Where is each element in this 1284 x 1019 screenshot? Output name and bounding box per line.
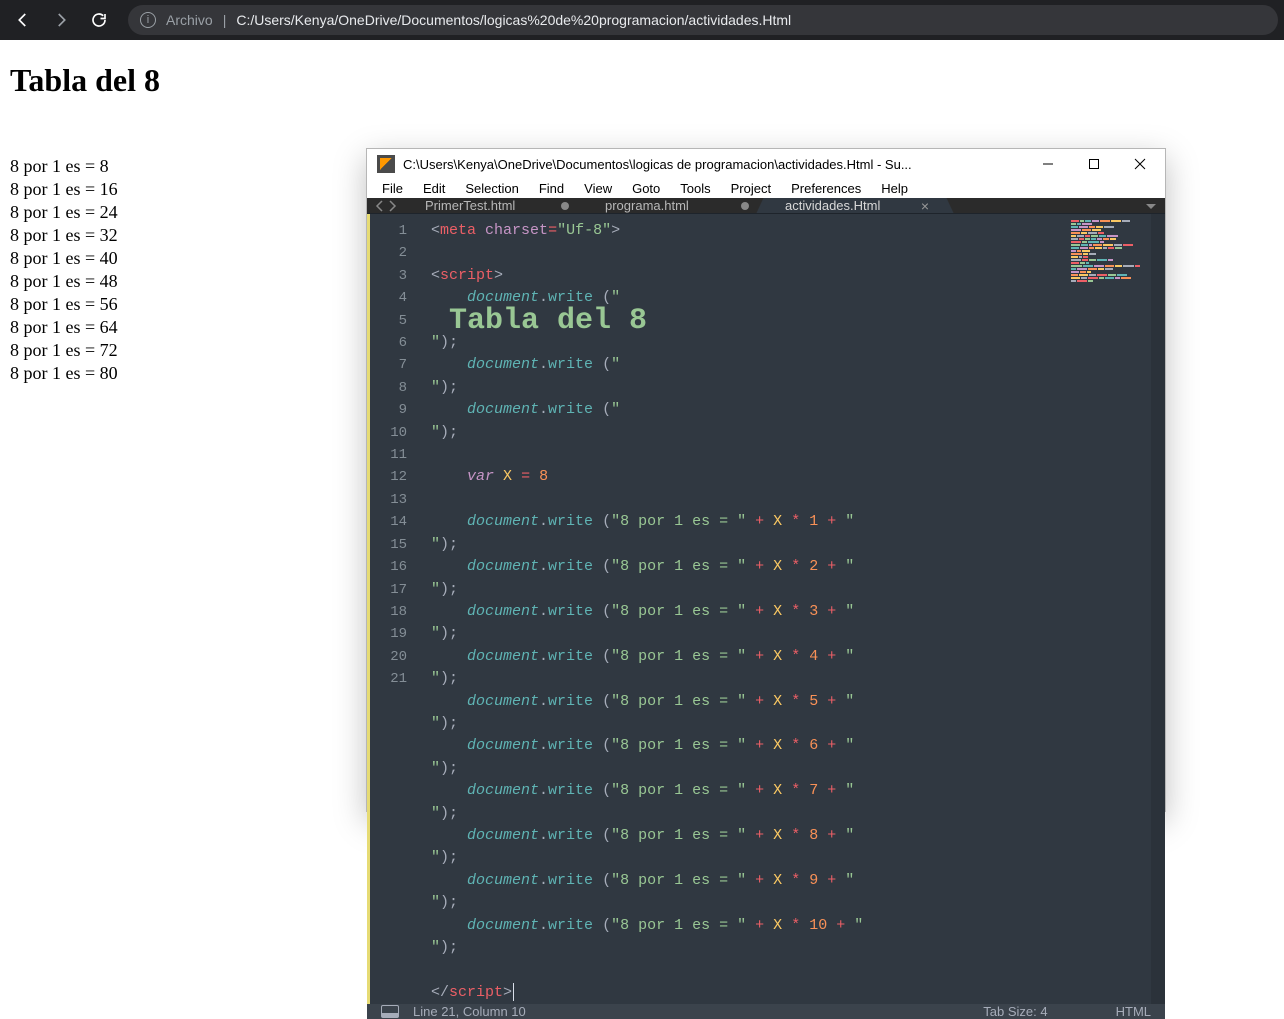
- line-number: 21: [367, 668, 419, 690]
- tab-actividades.html[interactable]: actividades.Html ×: [765, 198, 945, 213]
- line-number: 19: [367, 623, 419, 645]
- maximize-button[interactable]: [1071, 149, 1117, 179]
- window-titlebar[interactable]: C:\Users\Kenya\OneDrive\Documentos\logic…: [367, 149, 1165, 179]
- page-title: Tabla del 8: [10, 62, 1274, 99]
- app-icon: [377, 155, 395, 173]
- dirty-indicator-icon: [561, 202, 569, 210]
- line-number: 9: [367, 399, 419, 421]
- url-prefix: Archivo: [166, 12, 213, 28]
- menu-edit[interactable]: Edit: [414, 179, 454, 198]
- site-info-icon[interactable]: i: [140, 12, 156, 28]
- minimap[interactable]: [1061, 214, 1151, 1004]
- tab-label: PrimerTest.html: [425, 198, 515, 213]
- tab-size[interactable]: Tab Size: 4: [983, 1004, 1047, 1019]
- menu-bar: FileEditSelectionFindViewGotoToolsProjec…: [367, 179, 1165, 198]
- editor-area: 123456789101112131415161718192021 <meta …: [367, 213, 1165, 1004]
- menu-preferences[interactable]: Preferences: [782, 179, 870, 198]
- line-number: 8: [367, 377, 419, 399]
- line-number: 3: [367, 265, 419, 287]
- code-content[interactable]: <meta charset="Uf-8"> <script> document.…: [419, 214, 1061, 1004]
- line-number: 14: [367, 511, 419, 533]
- line-number: 18: [367, 601, 419, 623]
- syntax-mode[interactable]: HTML: [1116, 1004, 1151, 1019]
- status-bar: Line 21, Column 10 Tab Size: 4 HTML: [367, 1004, 1165, 1019]
- menu-find[interactable]: Find: [530, 179, 573, 198]
- line-number: 2: [367, 242, 419, 264]
- panel-toggle-icon[interactable]: [381, 1005, 399, 1018]
- address-bar[interactable]: i Archivo | C:/Users/Kenya/OneDrive/Docu…: [128, 5, 1278, 35]
- menu-selection[interactable]: Selection: [456, 179, 527, 198]
- tab-history-nav[interactable]: [367, 198, 405, 213]
- line-number: 5: [367, 310, 419, 332]
- line-number: 16: [367, 556, 419, 578]
- line-number: 6: [367, 332, 419, 354]
- line-number: 11: [367, 444, 419, 466]
- tab-label: programa.html: [605, 198, 689, 213]
- line-number: 17: [367, 579, 419, 601]
- line-gutter: 123456789101112131415161718192021: [367, 214, 419, 1004]
- menu-view[interactable]: View: [575, 179, 621, 198]
- menu-goto[interactable]: Goto: [623, 179, 669, 198]
- tab-bar: PrimerTest.html programa.html actividades.…: [367, 198, 1165, 213]
- menu-file[interactable]: File: [373, 179, 412, 198]
- sublime-window: C:\Users\Kenya\OneDrive\Documentos\logic…: [366, 148, 1166, 812]
- line-number: 10: [367, 422, 419, 444]
- tab-primertest.html[interactable]: PrimerTest.html: [405, 198, 585, 213]
- line-number: 12: [367, 466, 419, 488]
- cursor-position: Line 21, Column 10: [413, 1004, 526, 1019]
- tab-overflow-button[interactable]: [1137, 198, 1165, 213]
- reload-button[interactable]: [82, 5, 116, 35]
- minimize-button[interactable]: [1025, 149, 1071, 179]
- line-number: 15: [367, 534, 419, 556]
- tab-label: actividades.Html: [785, 198, 880, 213]
- tab-programa.html[interactable]: programa.html: [585, 198, 765, 213]
- line-number: 7: [367, 354, 419, 376]
- menu-tools[interactable]: Tools: [671, 179, 719, 198]
- line-number: 1: [367, 220, 419, 242]
- close-icon[interactable]: ×: [921, 199, 929, 213]
- menu-project[interactable]: Project: [722, 179, 780, 198]
- window-title: C:\Users\Kenya\OneDrive\Documentos\logic…: [403, 157, 912, 172]
- line-number: 4: [367, 287, 419, 309]
- url-separator: |: [223, 12, 227, 28]
- vertical-scrollbar[interactable]: [1151, 214, 1165, 1004]
- forward-button[interactable]: [44, 5, 78, 35]
- close-button[interactable]: [1117, 149, 1163, 179]
- line-number: 20: [367, 646, 419, 668]
- line-number: 13: [367, 489, 419, 511]
- back-button[interactable]: [6, 5, 40, 35]
- url-path: C:/Users/Kenya/OneDrive/Documentos/logic…: [236, 12, 791, 28]
- menu-help[interactable]: Help: [872, 179, 917, 198]
- browser-toolbar: i Archivo | C:/Users/Kenya/OneDrive/Docu…: [0, 0, 1284, 40]
- dirty-indicator-icon: [741, 202, 749, 210]
